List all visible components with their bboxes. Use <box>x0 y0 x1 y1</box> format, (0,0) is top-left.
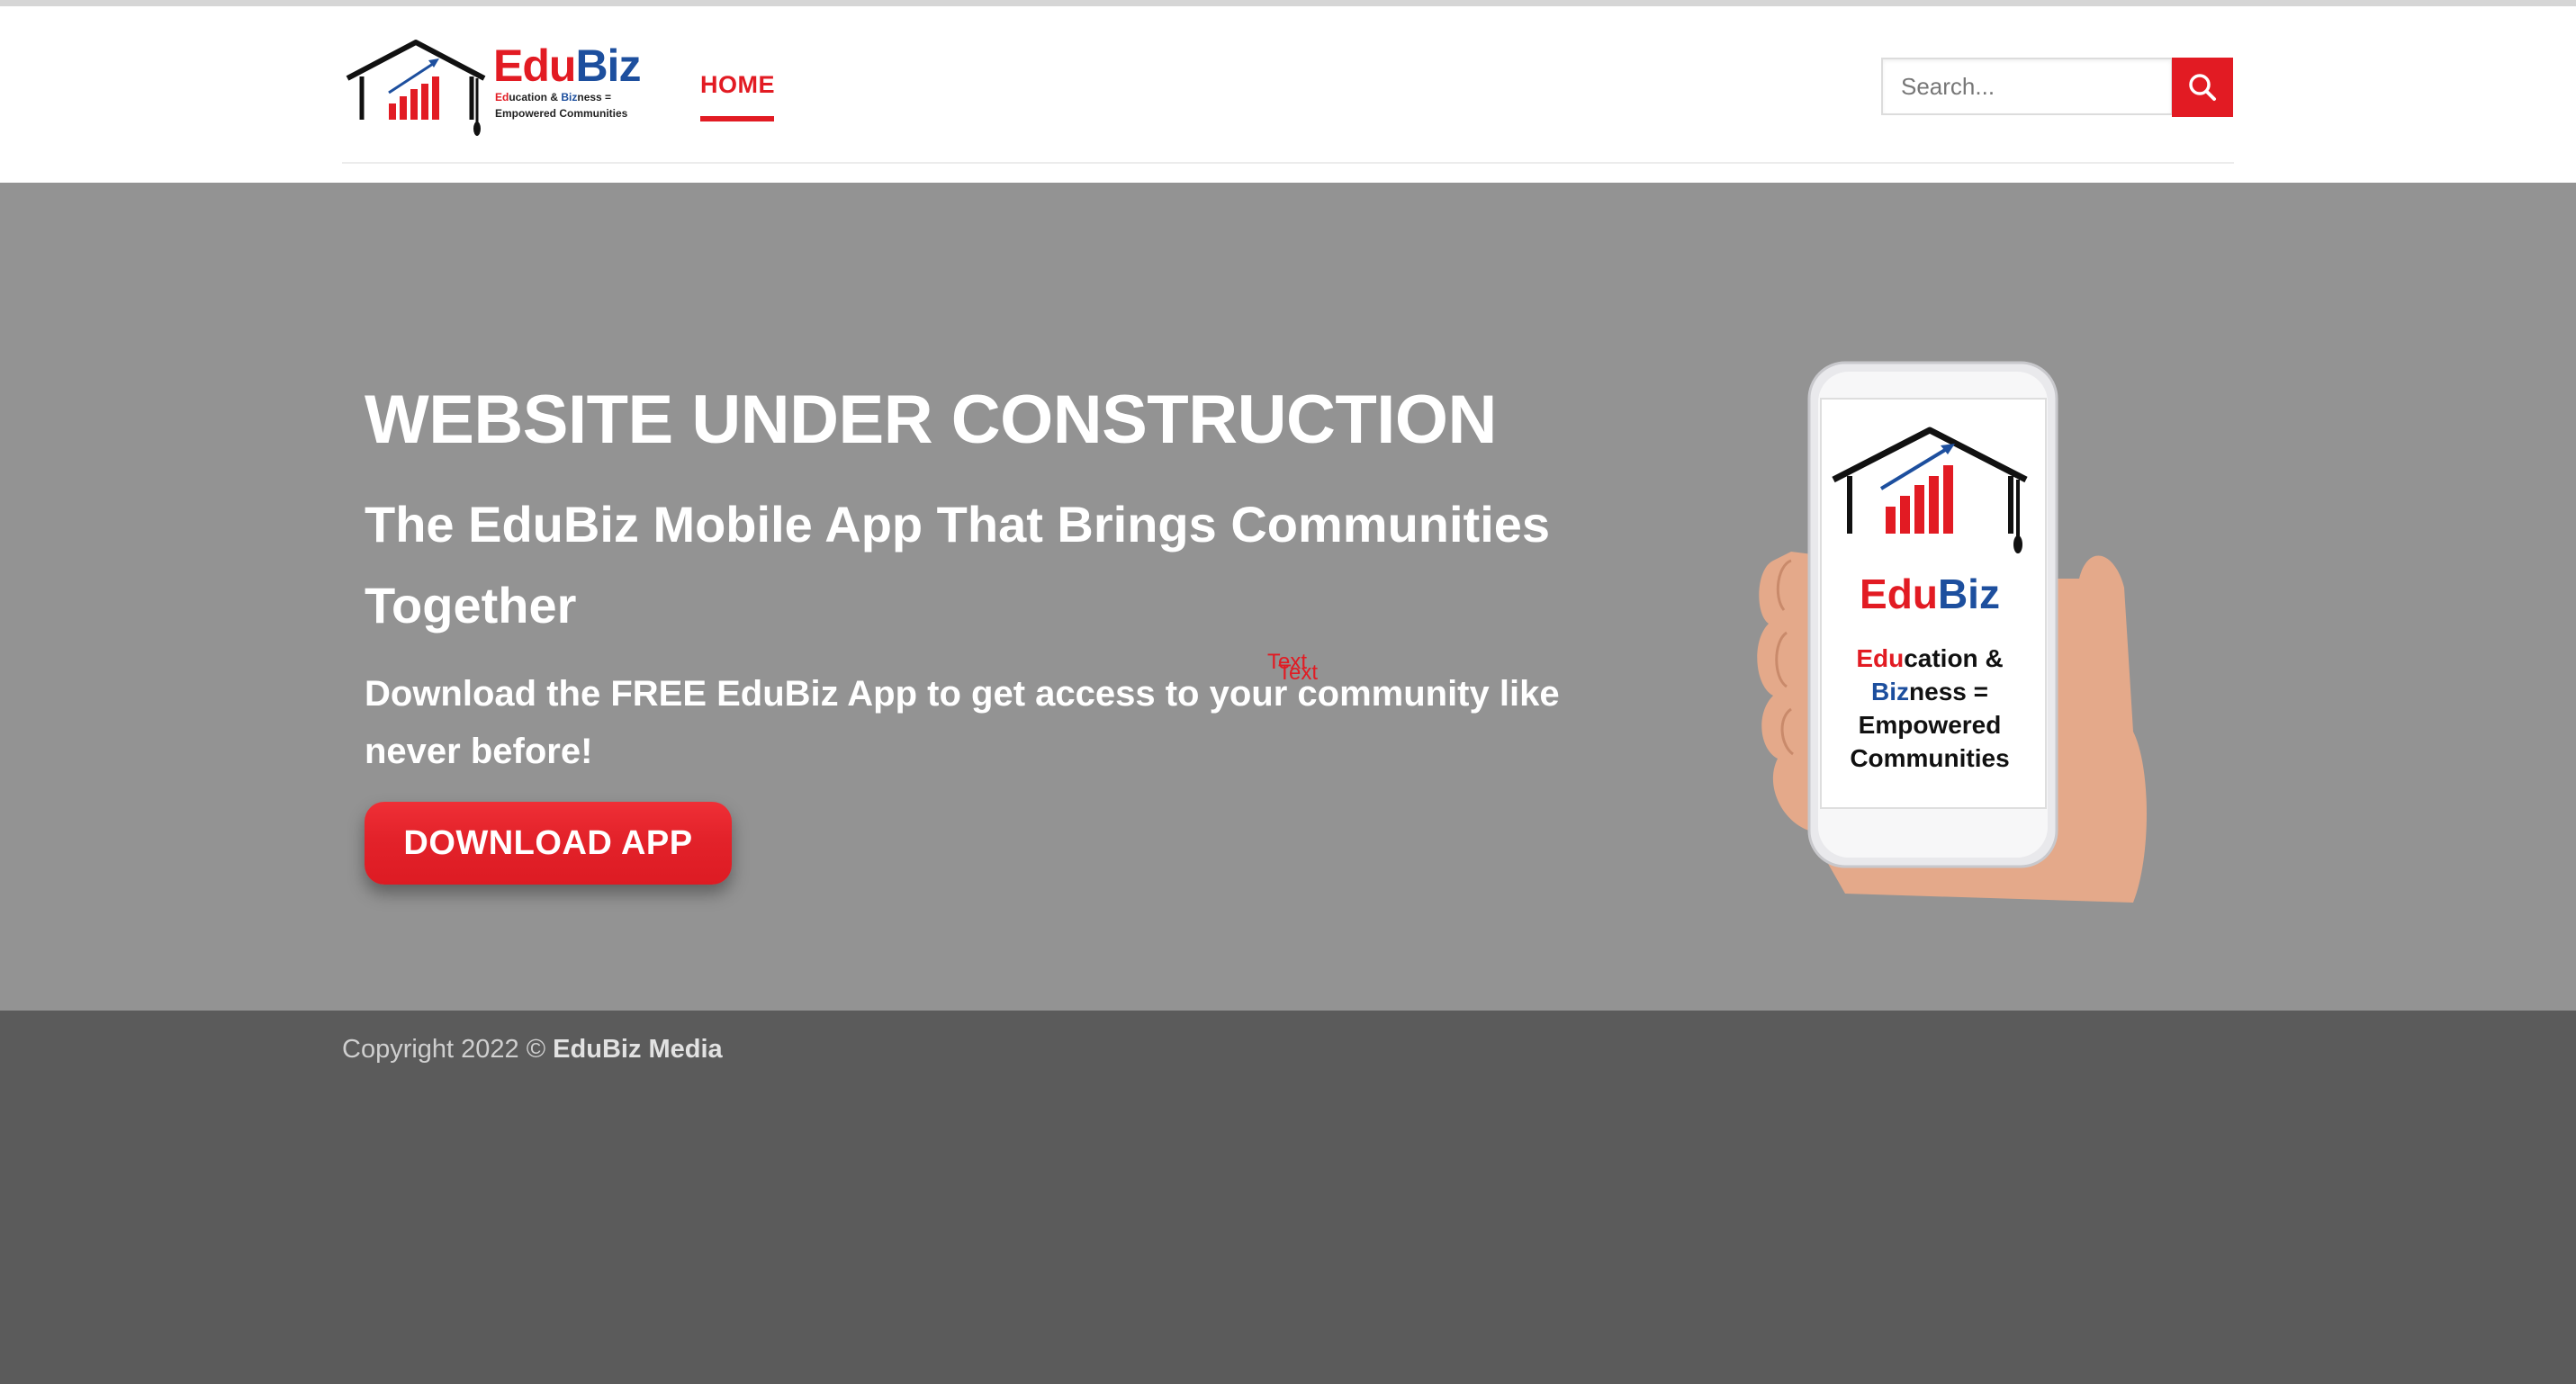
logo-tagline-ed: Ed <box>495 91 509 103</box>
logo-tagline-biz: Biz <box>561 91 578 103</box>
nav-active-indicator <box>700 116 774 121</box>
header-divider <box>342 162 2234 164</box>
phone-tag-edu: Edu <box>1856 644 1905 672</box>
logo-tagline-line2: Empowered Communities <box>495 107 628 120</box>
top-border <box>0 0 2576 6</box>
phone-in-hand-image <box>1757 361 2147 903</box>
hero-title: WEBSITE UNDER CONSTRUCTION <box>365 382 1497 458</box>
logo-tagline-line1: Education & Bizness = <box>495 91 611 103</box>
footer-copyright: Copyright 2022 © EduBiz Media <box>342 1035 723 1065</box>
phone-brand-edu: Edu <box>1860 571 1938 617</box>
search-input[interactable] <box>1881 58 2173 115</box>
search-icon <box>2189 74 2216 101</box>
logo-name-biz: Biz <box>575 40 641 91</box>
copyright-prefix: Copyright 2022 © <box>342 1035 554 1064</box>
phone-tag-ness: ness = <box>1909 678 1988 705</box>
nav-home-link[interactable]: HOME <box>700 71 775 99</box>
logo-title: EduBiz <box>493 40 641 91</box>
search-button[interactable] <box>2172 58 2233 117</box>
phone-tag-empowered: Empowered <box>1858 711 2002 739</box>
hero-section: WEBSITE UNDER CONSTRUCTION The EduBiz Mo… <box>0 183 2576 1011</box>
logo-tagline-ucation: ucation & <box>509 91 562 103</box>
phone-screen-tagline: Education & Bizness = Empowered Communit… <box>1804 642 2056 775</box>
site-logo[interactable]: EduBiz Education & Bizness = Empowered C… <box>342 33 648 141</box>
site-header: EduBiz Education & Bizness = Empowered C… <box>0 6 2576 183</box>
phone-tag-cation: cation & <box>1904 644 2004 672</box>
phone-screen-brand: EduBiz <box>1804 570 2056 618</box>
logo-tagline-ness: ness = <box>577 91 612 103</box>
stray-text-label-2: Text <box>1278 661 1319 685</box>
phone-brand-biz: Biz <box>1937 571 2000 617</box>
logo-name-edu: Edu <box>493 40 576 91</box>
hero-description: Download the FREE EduBiz App to get acce… <box>365 674 1560 771</box>
phone-tag-communities: Communities <box>1850 744 2010 772</box>
phone-tag-biz: Biz <box>1871 678 1910 705</box>
hero-subtitle: The EduBiz Mobile App That Brings Commun… <box>365 496 1551 634</box>
stray-text-label: Text Text <box>1267 652 1319 685</box>
graduation-cap-chart-icon <box>346 40 486 136</box>
copyright-company: EduBiz Media <box>553 1035 723 1064</box>
download-app-button[interactable]: DOWNLOAD APP <box>365 802 732 885</box>
